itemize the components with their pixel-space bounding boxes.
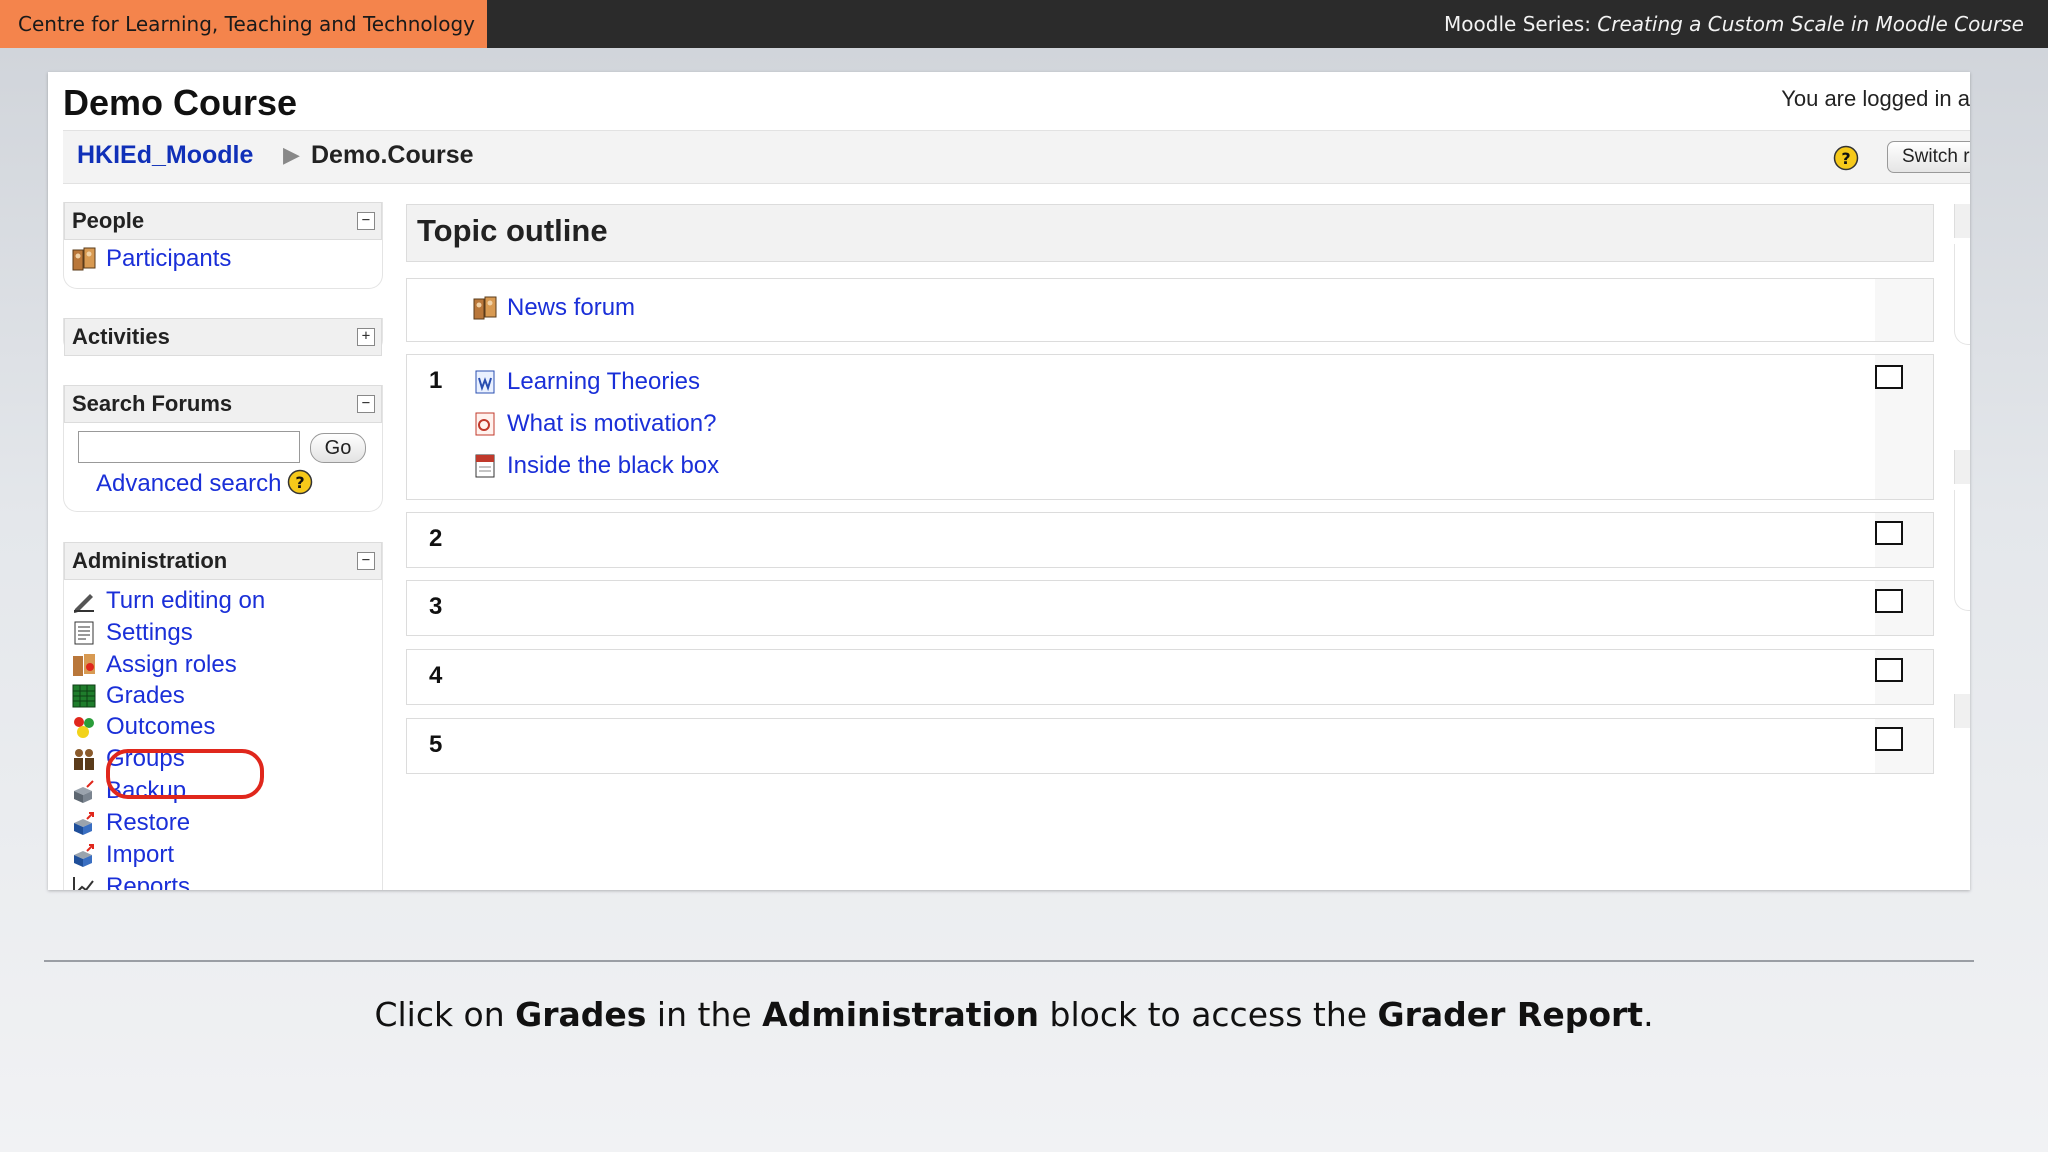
collapse-icon[interactable]: − (357, 395, 375, 413)
roles-icon (72, 653, 96, 677)
word-document-icon (473, 370, 497, 394)
import-icon (72, 843, 96, 867)
admin-item-outcomes[interactable]: Outcomes (72, 712, 215, 742)
news-forum-link[interactable]: News forum (473, 293, 635, 323)
grades-highlight-circle (106, 749, 264, 799)
section-highlight-checkbox[interactable] (1875, 521, 1903, 545)
edit-icon (72, 589, 96, 613)
right-column-edge (1954, 204, 1970, 890)
moodle-screenshot: Demo Course You are logged in a HKIEd_Mo… (48, 72, 1970, 890)
admin-item-reports[interactable]: Reports (72, 872, 190, 890)
activities-block: Activities + (63, 318, 383, 356)
section-highlight-checkbox[interactable] (1875, 589, 1903, 613)
breadcrumb-current: Demo.Course (311, 141, 474, 169)
groups-icon (72, 747, 96, 771)
login-info: You are logged in a (1781, 86, 1970, 111)
pdf-icon (473, 454, 497, 478)
admin-item-import[interactable]: Import (72, 840, 174, 870)
grades-icon (72, 684, 96, 708)
section-highlight-checkbox[interactable] (1875, 365, 1903, 389)
divider (44, 960, 1974, 962)
sidebar-item-participants[interactable]: Participants (72, 244, 231, 274)
help-icon[interactable]: ? (287, 469, 313, 499)
svg-text:?: ? (296, 473, 305, 492)
section-number: 2 (429, 525, 443, 552)
administration-header: Administration − (64, 542, 382, 580)
section-number: 4 (429, 662, 443, 689)
series-title: Moodle Series: Creating a Custom Scale i… (1444, 12, 2024, 36)
people-block: People − Participants (63, 202, 383, 289)
svg-text:?: ? (1841, 149, 1850, 168)
advanced-search-link[interactable]: Advanced search ? (96, 469, 313, 499)
backup-icon (72, 779, 96, 803)
section-news: News forum (406, 278, 1934, 342)
presentation-icon (473, 412, 497, 436)
page-title: Demo Course (63, 82, 298, 123)
section-2: 2 (406, 512, 1934, 568)
activity-learning-theories[interactable]: Learning Theories (473, 367, 700, 397)
section-number: 3 (429, 593, 443, 620)
help-icon[interactable]: ? (1833, 145, 1859, 175)
outcomes-icon (72, 715, 96, 739)
restore-icon (72, 811, 96, 835)
activity-what-is-motivation[interactable]: What is motivation? (473, 409, 716, 439)
section-number: 5 (429, 731, 443, 758)
slide-banner: Centre for Learning, Teaching and Techno… (0, 0, 2048, 48)
section-4: 4 (406, 649, 1934, 705)
go-button[interactable]: Go (310, 433, 366, 463)
search-forums-block: Search Forums − Go Advanced search ? (63, 385, 383, 512)
organization-label: Centre for Learning, Teaching and Techno… (0, 0, 487, 48)
users-icon (72, 247, 96, 271)
breadcrumb-home-link[interactable]: HKIEd_Moodle (77, 141, 253, 170)
section-right-strip (1875, 279, 1933, 341)
activities-block-header: Activities + (64, 318, 382, 356)
section-1: 1 Learning Theories What is motivation? … (406, 354, 1934, 500)
breadcrumb-separator-icon: ▶ (283, 143, 300, 168)
admin-item-assign-roles[interactable]: Assign roles (72, 650, 237, 680)
topic-outline-header: Topic outline (406, 204, 1934, 262)
reports-icon (72, 875, 96, 890)
admin-item-settings[interactable]: Settings (72, 618, 193, 648)
instruction-caption: Click on Grades in the Administration bl… (374, 995, 1654, 1034)
search-input[interactable] (78, 431, 300, 463)
collapse-icon[interactable]: − (357, 212, 375, 230)
admin-item-grades[interactable]: Grades (72, 681, 185, 711)
administration-block: Administration − Turn editing on Setting… (63, 542, 383, 890)
settings-icon (72, 621, 96, 645)
collapse-icon[interactable]: − (357, 552, 375, 570)
expand-icon[interactable]: + (357, 328, 375, 346)
search-forums-header: Search Forums − (64, 385, 382, 423)
forum-icon (473, 296, 497, 320)
section-3: 3 (406, 580, 1934, 636)
section-highlight-checkbox[interactable] (1875, 727, 1903, 751)
activity-inside-the-black-box[interactable]: Inside the black box (473, 451, 719, 481)
admin-item-turn-editing-on[interactable]: Turn editing on (72, 586, 265, 616)
section-highlight-checkbox[interactable] (1875, 658, 1903, 682)
switch-role-button[interactable]: Switch ro (1887, 141, 1970, 173)
section-number: 1 (429, 367, 443, 394)
section-5: 5 (406, 718, 1934, 774)
breadcrumb: HKIEd_Moodle ▶ Demo.Course ? Switch ro (63, 130, 1970, 184)
admin-item-restore[interactable]: Restore (72, 808, 190, 838)
people-block-header: People − (64, 202, 382, 240)
